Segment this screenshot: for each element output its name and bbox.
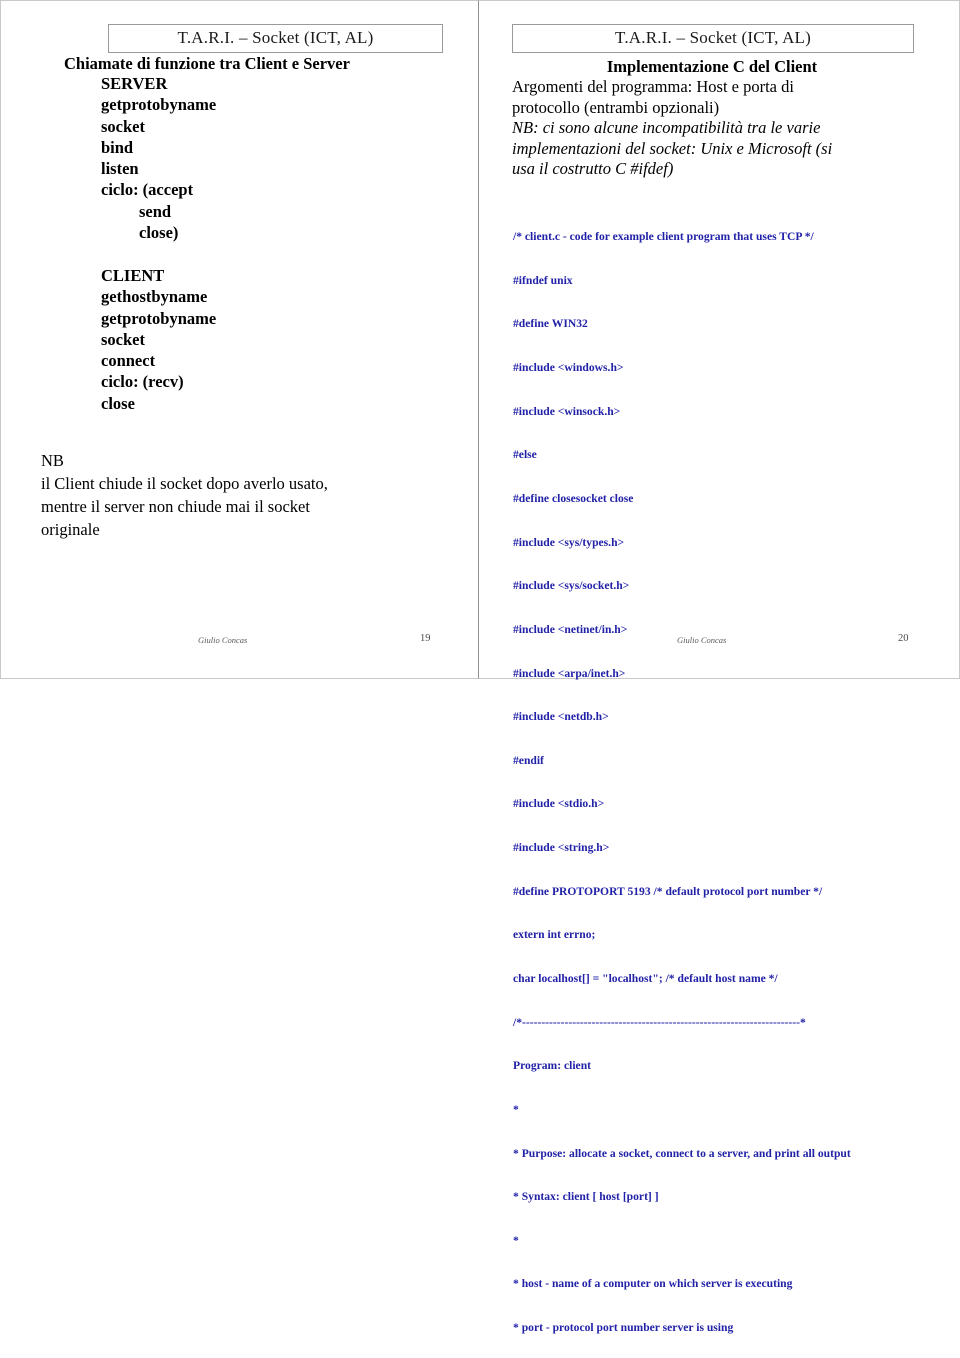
- code-line: #define closesocket close: [513, 491, 634, 505]
- code-line: *: [513, 1233, 519, 1247]
- code-line: /*--------------------------------------…: [513, 1015, 806, 1029]
- code-line: #include <sys/socket.h>: [513, 579, 630, 593]
- paragraph-line: implementazioni del socket: Unix e Micro…: [512, 138, 833, 158]
- code-line: #include <netdb.h>: [513, 710, 609, 724]
- slide-title-right: T.A.R.I. – Socket (ICT, AL): [512, 24, 914, 53]
- note-line: originale: [41, 520, 100, 539]
- code-line: extern int errno;: [513, 928, 596, 942]
- code-line: * port - protocol port number server is …: [513, 1321, 734, 1335]
- list-item: socket: [101, 329, 145, 349]
- list-item: connect: [101, 351, 156, 371]
- list-item: bind: [101, 137, 134, 157]
- code-line: #include <string.h>: [513, 841, 610, 855]
- list-item: ciclo: (recv): [101, 372, 184, 392]
- paragraph-line: usa il costrutto C #ifdef): [512, 159, 674, 178]
- server-call-list: SERVER getprotobyname socket bind listen…: [101, 73, 216, 243]
- list-item: CLIENT: [101, 266, 165, 285]
- code-line: #define WIN32: [513, 317, 588, 331]
- code-line: * Purpose: allocate a socket, connect to…: [513, 1146, 851, 1160]
- code-line: #include <winsock.h>: [513, 404, 621, 418]
- code-listing: /* client.c - code for example client pr…: [513, 201, 933, 1358]
- code-line: /* client.c - code for example client pr…: [513, 230, 814, 244]
- list-item: ciclo: (accept: [101, 180, 194, 200]
- note-line: mentre il server non chiude mai il socke…: [41, 497, 310, 516]
- list-item: close: [101, 393, 135, 413]
- list-item: gethostbyname: [101, 287, 208, 307]
- list-item: close): [139, 223, 179, 243]
- footer-page-number-right: 20: [898, 633, 909, 644]
- code-line: #define PROTOPORT 5193 /* default protoc…: [513, 884, 823, 898]
- note-line: il Client chiude il socket dopo averlo u…: [41, 474, 328, 493]
- slide-page-right: T.A.R.I. – Socket (ICT, AL) Implementazi…: [479, 0, 960, 1334]
- slide-page-left: T.A.R.I. – Socket (ICT, AL) Chiamate di …: [0, 0, 479, 679]
- paragraph-line: Argomenti del programma: Host e porta di: [512, 77, 794, 96]
- slide-title-left: T.A.R.I. – Socket (ICT, AL): [108, 24, 443, 53]
- code-line: Program: client: [513, 1059, 592, 1073]
- code-line: * host - name of a computer on which ser…: [513, 1277, 793, 1291]
- note-body: il Client chiude il socket dopo averlo u…: [41, 472, 439, 541]
- slide-spread: T.A.R.I. – Socket (ICT, AL) Chiamate di …: [0, 0, 960, 1334]
- list-item: getprotobyname: [101, 308, 217, 328]
- code-line: #else: [513, 448, 537, 462]
- paragraph-line: protocollo (entrambi opzionali): [512, 97, 720, 117]
- intro-paragraph: Argomenti del programma: Host e porta di…: [512, 77, 912, 180]
- paragraph-line: NB: ci sono alcune incompatibilità tra l…: [512, 118, 821, 137]
- code-line: * Syntax: client [ host [port] ]: [513, 1190, 659, 1204]
- list-item: listen: [101, 159, 139, 179]
- code-line: #ifndef unix: [513, 273, 573, 287]
- code-line: #include <sys/types.h>: [513, 535, 625, 549]
- list-item: SERVER: [101, 74, 168, 93]
- note-label: NB: [41, 451, 64, 470]
- slide-subtitle-right: Implementazione C del Client: [606, 57, 818, 76]
- list-item: getprotobyname: [101, 95, 217, 115]
- footer-author-left: Giulio Concas: [198, 635, 248, 645]
- code-line: char localhost[] = "localhost"; /* defau…: [513, 971, 778, 985]
- slide-heading-left: Chiamate di funzione tra Client e Server: [64, 54, 350, 73]
- client-call-list: CLIENT gethostbyname getprotobyname sock…: [101, 265, 216, 414]
- code-line: #endif: [513, 753, 544, 767]
- list-item: socket: [101, 116, 145, 136]
- footer-author-right: Giulio Concas: [677, 635, 727, 645]
- code-line: #include <windows.h>: [513, 361, 624, 375]
- footer-page-number-left: 19: [420, 633, 431, 644]
- code-line: *: [513, 1102, 519, 1116]
- list-item: send: [139, 201, 172, 221]
- code-line: #include <stdio.h>: [513, 797, 605, 811]
- note-block: NB il Client chiude il socket dopo averl…: [41, 449, 439, 541]
